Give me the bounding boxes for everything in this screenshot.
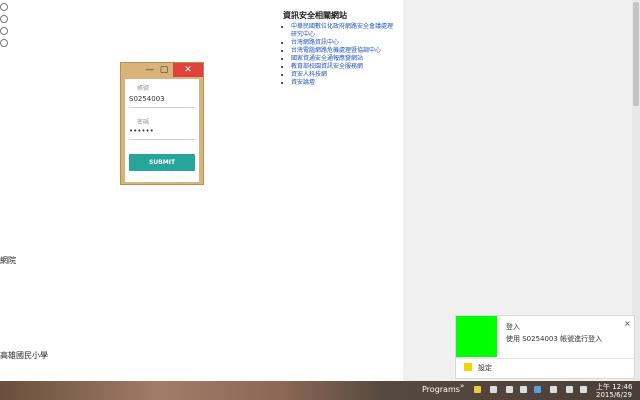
list-item: 資安論壇 (291, 79, 398, 87)
notification-toast[interactable]: 登入 使用 S0254003 帳號進行登入 × 設定 (455, 315, 635, 379)
login-window: — ▢ ✕ 帳號 S0254003 密碼 •••••• SUBMIT (120, 62, 204, 185)
submit-button[interactable]: SUBMIT (129, 154, 195, 171)
link[interactable]: 台灣網路資訊中心 (291, 39, 339, 46)
volume-icon[interactable] (580, 386, 587, 393)
tray-icon[interactable] (506, 386, 513, 393)
network-icon[interactable] (490, 386, 497, 393)
link[interactable]: 資安論壇 (291, 79, 315, 86)
clock-date: 2015/6/29 (596, 391, 632, 399)
minimize-icon[interactable]: — (143, 63, 157, 77)
username-label: 帳號 (137, 85, 150, 92)
radio-list (0, 3, 8, 51)
divider (456, 358, 634, 359)
password-underline (129, 139, 195, 140)
chevron-icon[interactable]: » (460, 382, 464, 390)
monitor-icon[interactable] (566, 386, 573, 393)
links-list: 中華民國數位化政府網路安全會議處理研究中心 台灣網路資訊中心 台灣電腦網路危機處… (283, 23, 398, 87)
username-underline (129, 107, 195, 108)
link[interactable]: 中華民國數位化政府網路安全會議處理研究中心 (291, 23, 393, 38)
radio-button[interactable] (0, 3, 8, 11)
link[interactable]: 資安人科技網 (291, 71, 327, 78)
page-text-fragment: 高雄國民小學 (0, 351, 48, 360)
list-item: 中華民國數位化政府網路安全會議處理研究中心 (291, 23, 398, 39)
link[interactable]: 國家資通安全通報應變網站 (291, 55, 363, 62)
link[interactable]: 台灣電腦網路危機處理暨協調中心 (291, 47, 381, 54)
password-field[interactable]: •••••• (129, 127, 154, 135)
scrollbar-thumb[interactable] (633, 2, 639, 106)
notification-title: 登入 (506, 323, 520, 331)
taskbar: Programs » 上午 12:46 2015/6/29 (0, 381, 640, 400)
window-titlebar[interactable]: — ▢ ✕ (121, 63, 203, 77)
section-title: 資訊安全相關網站 (283, 10, 347, 20)
notification-message: 使用 S0254003 帳號進行登入 (506, 335, 603, 343)
security-links-section: 資訊安全相關網站 中華民國數位化政府網路安全會議處理研究中心 台灣網路資訊中心 … (283, 10, 398, 87)
clock-time: 上午 12:46 (596, 383, 633, 391)
username-field[interactable]: S0254003 (129, 95, 165, 103)
programs-button[interactable]: Programs (422, 385, 460, 394)
close-icon[interactable]: × (624, 319, 631, 328)
radio-button[interactable] (0, 15, 8, 23)
notification-image (456, 316, 497, 357)
settings-icon[interactable] (464, 363, 472, 371)
list-item: 資安人科技網 (291, 71, 398, 79)
close-icon[interactable]: ✕ (173, 63, 203, 77)
radio-button[interactable] (0, 39, 8, 47)
link[interactable]: 教育部校園資訊安全服務網 (291, 63, 363, 70)
list-item: 台灣網路資訊中心 (291, 39, 398, 47)
list-item: 台灣電腦網路危機處理暨協調中心 (291, 47, 398, 55)
flag-icon[interactable] (550, 386, 557, 393)
list-item: 國家資通安全通報應變網站 (291, 55, 398, 63)
password-label: 密碼 (137, 119, 150, 126)
tray-icon[interactable] (520, 386, 527, 393)
login-form: 帳號 S0254003 密碼 •••••• SUBMIT (125, 79, 199, 182)
settings-link[interactable]: 設定 (478, 363, 492, 373)
page-text-fragment: 網院 (0, 256, 16, 265)
radio-button[interactable] (0, 27, 8, 35)
system-clock[interactable]: 上午 12:46 2015/6/29 (596, 383, 632, 399)
folder-icon[interactable] (474, 386, 481, 393)
maximize-icon[interactable]: ▢ (157, 63, 171, 77)
list-item: 教育部校園資訊安全服務網 (291, 63, 398, 71)
cloud-icon[interactable] (534, 386, 541, 393)
